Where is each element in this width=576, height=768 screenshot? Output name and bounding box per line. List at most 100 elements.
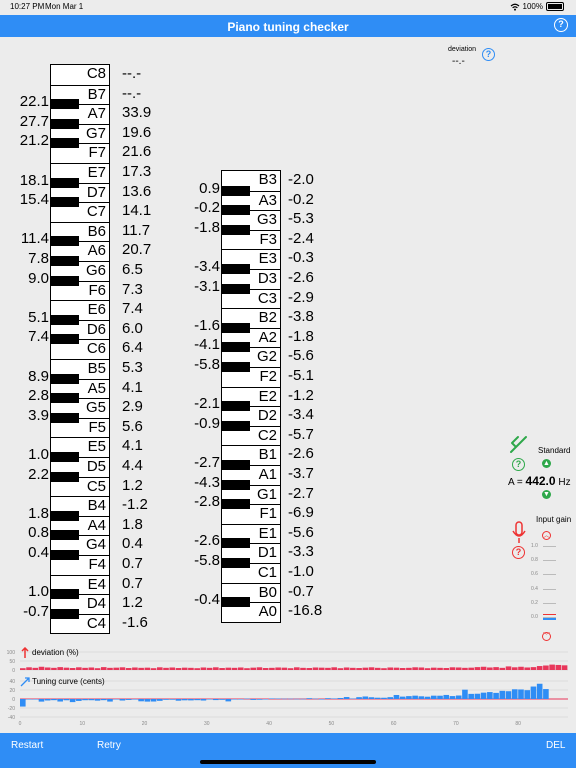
- cents-value-d4: 1.2: [122, 594, 143, 612]
- deviation-bar: [69, 668, 76, 670]
- cents-value-e1: -5.6: [288, 523, 314, 541]
- white-key-c8[interactable]: C8: [51, 65, 109, 85]
- status-time: 10:27 PM: [10, 2, 45, 11]
- deviation-y-tick: 100: [7, 650, 16, 656]
- help-icon[interactable]: ?: [554, 18, 568, 32]
- del-button[interactable]: DEL: [546, 740, 565, 751]
- tuning-bar: [38, 699, 45, 702]
- white-key-f3[interactable]: F3: [222, 229, 280, 250]
- deviation-bar: [175, 668, 182, 670]
- deviation-bar: [188, 667, 194, 670]
- deviation-bar: [32, 667, 39, 670]
- tuning-bar: [487, 692, 493, 699]
- black-key-cents-value: 22.1: [19, 93, 49, 111]
- black-key-cents-value: 11.4: [20, 230, 49, 248]
- cents-value-f1: -6.9: [288, 504, 314, 522]
- deviation-bar: [213, 667, 219, 670]
- cents-value-g4: 0.4: [122, 535, 143, 553]
- gain-tick-label: 0.8: [531, 557, 538, 564]
- black-key-cents-value: 1.0: [28, 446, 49, 463]
- black-key-cents-value: 0.9: [199, 179, 220, 197]
- gain-tick-line: [543, 560, 556, 562]
- deviation-help-icon[interactable]: ?: [482, 48, 495, 61]
- tuning-bar: [424, 696, 431, 699]
- deviation-bar: [437, 667, 443, 670]
- white-key-c2[interactable]: C2: [222, 425, 280, 446]
- deviation-bar: [399, 668, 406, 670]
- deviation-bar: [113, 667, 120, 670]
- tuning-fork-icon: [510, 436, 527, 453]
- cents-value-e2: -1.2: [288, 386, 314, 404]
- tuning-bar: [44, 699, 51, 701]
- deviation-bar: [368, 667, 375, 670]
- tuning-bar: [200, 699, 207, 701]
- frequency-value: 442.0: [525, 474, 556, 488]
- black-key-cents-value: 2.2: [28, 465, 49, 483]
- white-key-c4[interactable]: C4: [51, 613, 109, 634]
- white-key-c3[interactable]: C3: [222, 288, 280, 309]
- white-key-c7[interactable]: C7: [51, 202, 109, 222]
- tuning-bar: [524, 690, 531, 699]
- tuning-bar: [343, 697, 350, 699]
- restart-button[interactable]: Restart: [11, 740, 43, 751]
- tuning-bar: [163, 699, 169, 700]
- gain-tick-line: [543, 574, 556, 576]
- deviation-y-tick: 0: [12, 668, 15, 673]
- deviation-bar: [57, 667, 63, 670]
- tuning-bar: [94, 699, 101, 701]
- deviation-bar: [511, 667, 518, 670]
- cents-value-b1: -2.6: [288, 445, 314, 463]
- frequency-down-button[interactable]: ▼: [542, 490, 551, 499]
- cents-value-b7: --.-: [122, 84, 142, 102]
- deviation-bar: [350, 667, 356, 670]
- tuning-bar: [381, 697, 387, 699]
- white-key-f6[interactable]: F6: [51, 280, 109, 301]
- tuning-bar: [387, 697, 394, 699]
- tuning-bar: [20, 699, 26, 707]
- white-key-c1[interactable]: C1: [222, 563, 280, 583]
- white-key-f7[interactable]: F7: [51, 143, 109, 163]
- deviation-bar: [306, 668, 313, 670]
- deviation-chart-icon: [21, 647, 29, 658]
- white-key-a0[interactable]: A0: [222, 602, 280, 622]
- wifi-icon: [510, 3, 519, 11]
- white-key-f2[interactable]: F2: [222, 367, 280, 387]
- cents-value-a5: 4.1: [122, 378, 143, 396]
- cents-value-a0: -16.8: [288, 602, 323, 620]
- gain-up-button[interactable]: ︿: [542, 531, 551, 540]
- white-key-f5[interactable]: F5: [51, 417, 109, 438]
- deviation-bar: [169, 667, 176, 670]
- gain-tick-label: 0.0: [531, 614, 538, 620]
- tuning-bar: [505, 691, 512, 699]
- tuning-bar: [449, 696, 456, 699]
- tuning-bar: [231, 699, 238, 700]
- deviation-bar: [119, 667, 126, 670]
- white-key-c6[interactable]: C6: [51, 339, 109, 359]
- black-key-cents-value: -3.1: [194, 277, 220, 295]
- gain-down-button[interactable]: ﹀: [542, 632, 551, 641]
- cents-value-d1: -3.3: [288, 543, 314, 561]
- black-key-cents-value: -1.8: [194, 218, 220, 236]
- white-key-f4[interactable]: F4: [51, 555, 109, 575]
- retry-button[interactable]: Retry: [97, 740, 121, 751]
- standard-help-icon[interactable]: ?: [512, 458, 525, 471]
- gain-help-icon[interactable]: ?: [512, 546, 525, 559]
- tuning-bar: [281, 698, 288, 700]
- frequency-up-button[interactable]: ▲: [542, 459, 551, 468]
- tuning-bar: [393, 694, 400, 699]
- white-key-c5[interactable]: C5: [51, 476, 109, 497]
- deviation-bar: [412, 667, 418, 670]
- cents-value-a1: -3.7: [288, 465, 314, 482]
- deviation-bar: [312, 667, 319, 670]
- cents-value-f4: 0.7: [122, 555, 143, 572]
- white-key-f1[interactable]: F1: [222, 504, 280, 524]
- gain-level-indicator[interactable]: [543, 618, 556, 620]
- cents-value-g7: 19.6: [122, 123, 152, 141]
- cents-value-f7: 21.6: [122, 143, 152, 161]
- deviation-bar: [275, 667, 281, 670]
- deviation-bar: [455, 667, 462, 670]
- deviation-bar: [449, 667, 456, 670]
- cents-value-c8: --.-: [122, 65, 142, 82]
- deviation-bar: [431, 667, 437, 670]
- black-key-cents-value: 8.9: [28, 367, 49, 385]
